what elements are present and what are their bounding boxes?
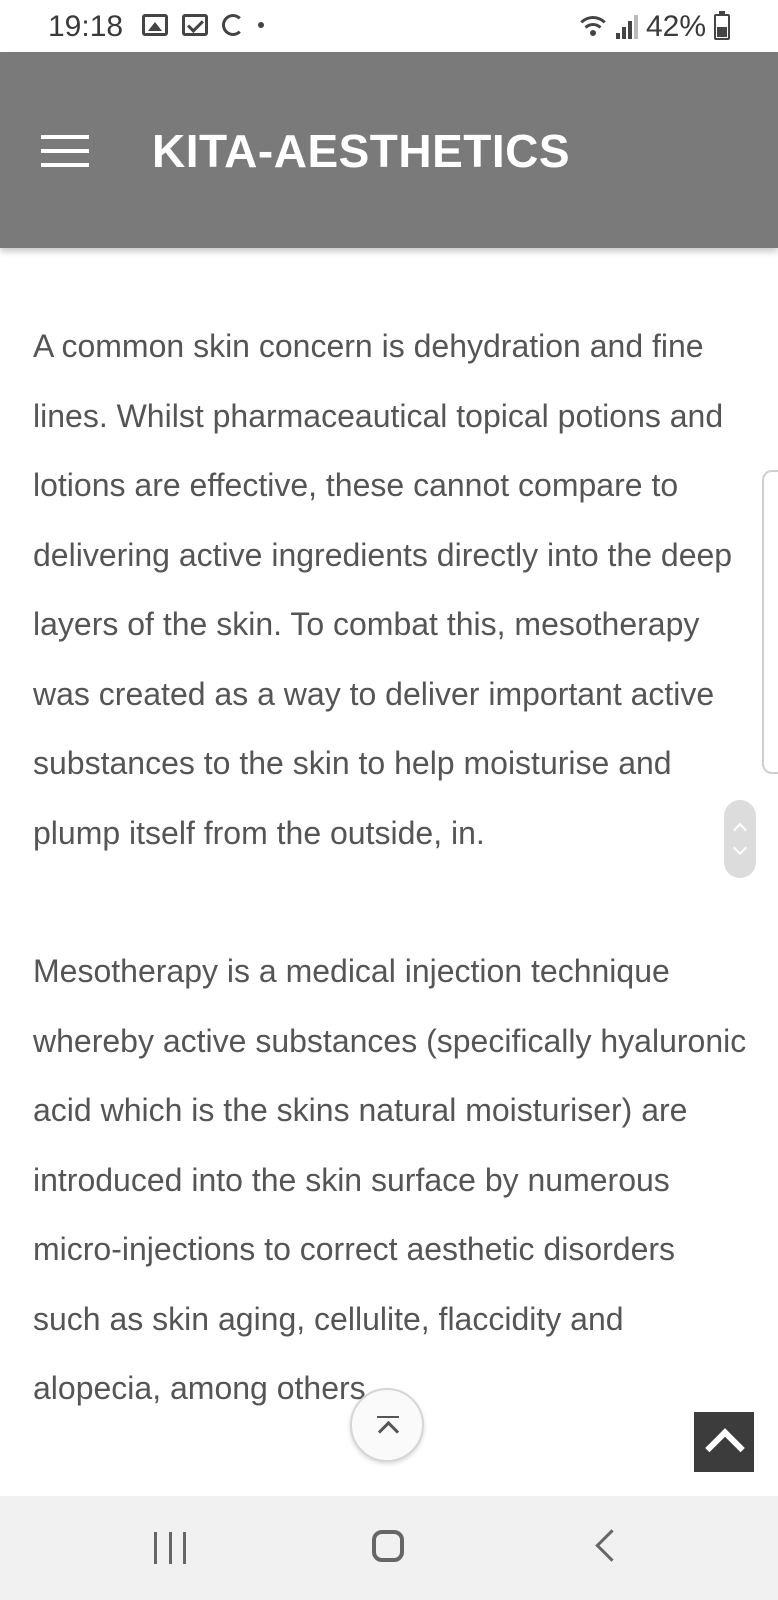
article-content: A common skin concern is dehydration and… [33, 312, 751, 1424]
scroll-track[interactable] [762, 470, 778, 774]
recents-icon[interactable] [154, 1532, 186, 1564]
wifi-icon [574, 16, 611, 38]
dot-icon [258, 22, 264, 28]
app-header: KITA-AESTHETICS [0, 52, 778, 248]
chevron-up-icon [377, 1420, 400, 1443]
image-icon [142, 14, 168, 36]
scroll-to-top-button[interactable] [350, 1388, 424, 1462]
scroll-handle[interactable] [724, 800, 756, 878]
status-bar: 19:18 42% [0, 0, 778, 52]
scroll-to-top-icon [377, 1416, 399, 1418]
back-to-top-button[interactable] [694, 1412, 754, 1472]
signal-icon [615, 15, 638, 39]
status-time: 19:18 [48, 10, 124, 43]
hamburger-menu-icon[interactable] [41, 135, 89, 167]
battery-icon [714, 11, 730, 40]
sync-icon [222, 14, 244, 36]
back-icon[interactable] [595, 1529, 628, 1562]
article-paragraph: Mesotherapy is a medical injection techn… [33, 953, 747, 1406]
chevron-down-icon [732, 840, 748, 856]
system-icons: 42% [574, 10, 730, 44]
home-icon[interactable] [372, 1530, 404, 1562]
site-title[interactable]: KITA-AESTHETICS [152, 124, 570, 178]
notification-icons [142, 14, 264, 36]
article-paragraph: A common skin concern is dehydration and… [33, 328, 733, 851]
battery-percent: 42% [645, 10, 706, 43]
chevron-up-icon [705, 1428, 745, 1468]
system-nav-bar [0, 1496, 778, 1600]
chevron-up-icon [732, 822, 748, 838]
mail-icon [182, 14, 208, 36]
